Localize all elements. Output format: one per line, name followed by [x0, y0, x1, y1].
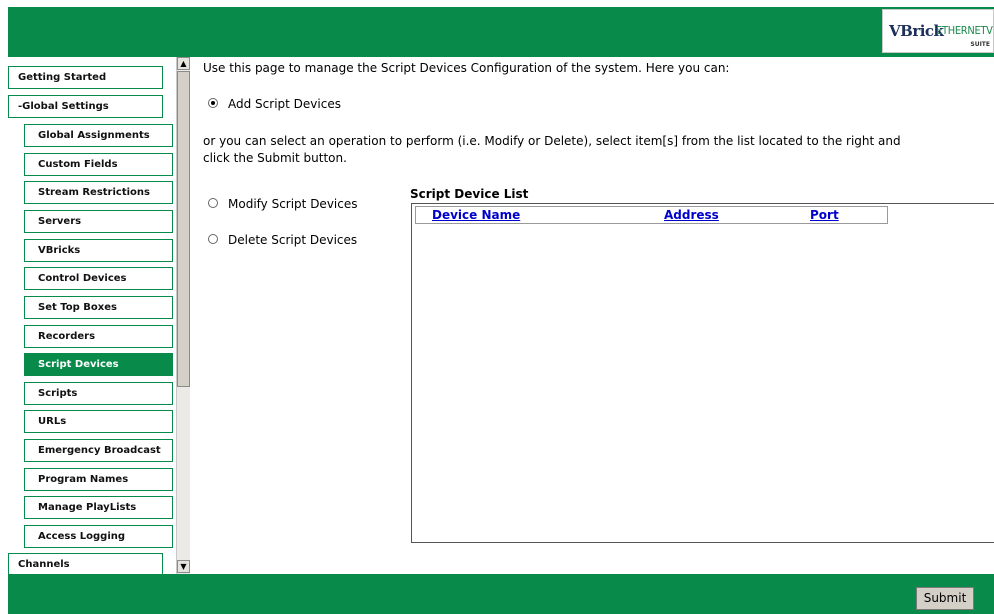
sidebar-item-label: Manage PlayLists [38, 502, 137, 513]
sidebar-item-custom-fields[interactable]: Custom Fields [24, 153, 173, 176]
sidebar-item-stream-restrictions[interactable]: Stream Restrictions [24, 181, 173, 204]
sidebar-item-channels[interactable]: Channels [8, 553, 163, 574]
intro-text: Use this page to manage the Script Devic… [203, 61, 730, 75]
scroll-down-arrow-icon[interactable]: ▼ [177, 560, 190, 573]
sidebar-item-getting-started[interactable]: Getting Started [8, 66, 163, 89]
scroll-up-arrow-icon[interactable]: ▲ [177, 57, 190, 70]
logo-suite-text: SUITE [970, 41, 990, 48]
sidebar-item-label: Custom Fields [38, 159, 118, 170]
instructions-text-line2: click the Submit button. [203, 151, 347, 165]
sidebar-item-global-assignments[interactable]: Global Assignments [24, 124, 173, 147]
sidebar-item-label: Channels [18, 559, 70, 570]
sidebar-item-recorders[interactable]: Recorders [24, 325, 173, 348]
sidebar-item-set-top-boxes[interactable]: Set Top Boxes [24, 296, 173, 319]
sidebar-item-label: Global Assignments [38, 130, 150, 141]
sidebar-item-program-names[interactable]: Program Names [24, 468, 173, 491]
sidebar-item-label: -Global Settings [18, 101, 109, 112]
logo-sub-text: ETHERNETV [936, 24, 993, 37]
sidebar-item-label: Set Top Boxes [38, 302, 117, 313]
sidebar-item-urls[interactable]: URLs [24, 410, 173, 433]
sidebar-item-label: Getting Started [18, 72, 107, 83]
submit-button[interactable]: Submit [916, 587, 974, 610]
modify-script-devices-label: Modify Script Devices [228, 197, 358, 211]
sidebar-item-manage-playlists[interactable]: Manage PlayLists [24, 496, 173, 519]
sidebar-scrollbar[interactable]: ▲ ▼ [176, 57, 190, 574]
modify-script-devices-radio[interactable] [208, 198, 218, 208]
vbrick-logo: VBrick ETHERNETV SUITE [882, 9, 994, 53]
sidebar-item-vbricks[interactable]: VBricks [24, 239, 173, 262]
sidebar-item-label: Program Names [38, 474, 129, 485]
add-script-devices-label: Add Script Devices [228, 97, 341, 111]
instructions-text-line1: or you can select an operation to perfor… [203, 134, 901, 148]
sidebar-item-emergency-broadcast[interactable]: Emergency Broadcast [24, 439, 173, 462]
column-header-address[interactable]: Address [664, 208, 719, 223]
sidebar-item-scripts[interactable]: Scripts [24, 382, 173, 405]
sidebar-item-label: Scripts [38, 388, 78, 399]
sidebar-item-label: URLs [38, 416, 67, 427]
sidebar-item-label: Servers [38, 216, 82, 227]
sidebar-item-servers[interactable]: Servers [24, 210, 173, 233]
header-bar: VBrick ETHERNETV SUITE [8, 7, 994, 57]
sidebar-item-label: Stream Restrictions [38, 187, 150, 198]
sidebar-item-label: Emergency Broadcast [38, 445, 161, 456]
sidebar-nav: Getting Started -Global Settings Global … [8, 57, 189, 574]
sidebar-item-label: Recorders [38, 331, 96, 342]
sidebar-item-global-settings[interactable]: -Global Settings [8, 95, 163, 118]
sidebar-item-script-devices[interactable]: Script Devices [24, 353, 173, 376]
sidebar-item-control-devices[interactable]: Control Devices [24, 267, 173, 290]
column-header-port[interactable]: Port [810, 208, 839, 223]
sidebar-item-label: Access Logging [38, 531, 126, 542]
sidebar-item-label: VBricks [38, 245, 81, 256]
footer-bar: Submit [8, 574, 994, 614]
main-content: Use this page to manage the Script Devic… [190, 57, 994, 574]
sidebar-item-access-logging[interactable]: Access Logging [24, 525, 173, 548]
sidebar-item-label: Script Devices [38, 359, 119, 370]
delete-script-devices-label: Delete Script Devices [228, 233, 358, 247]
list-header-row: Device Name Address Port [415, 206, 888, 224]
add-script-devices-radio[interactable] [208, 98, 218, 108]
script-device-list[interactable]: Device Name Address Port [411, 203, 994, 543]
sidebar-item-label: Control Devices [38, 273, 127, 284]
scrollbar-thumb[interactable] [177, 71, 190, 387]
column-header-device-name[interactable]: Device Name [432, 208, 520, 223]
script-device-list-title: Script Device List [410, 187, 529, 201]
delete-script-devices-radio[interactable] [208, 234, 218, 244]
